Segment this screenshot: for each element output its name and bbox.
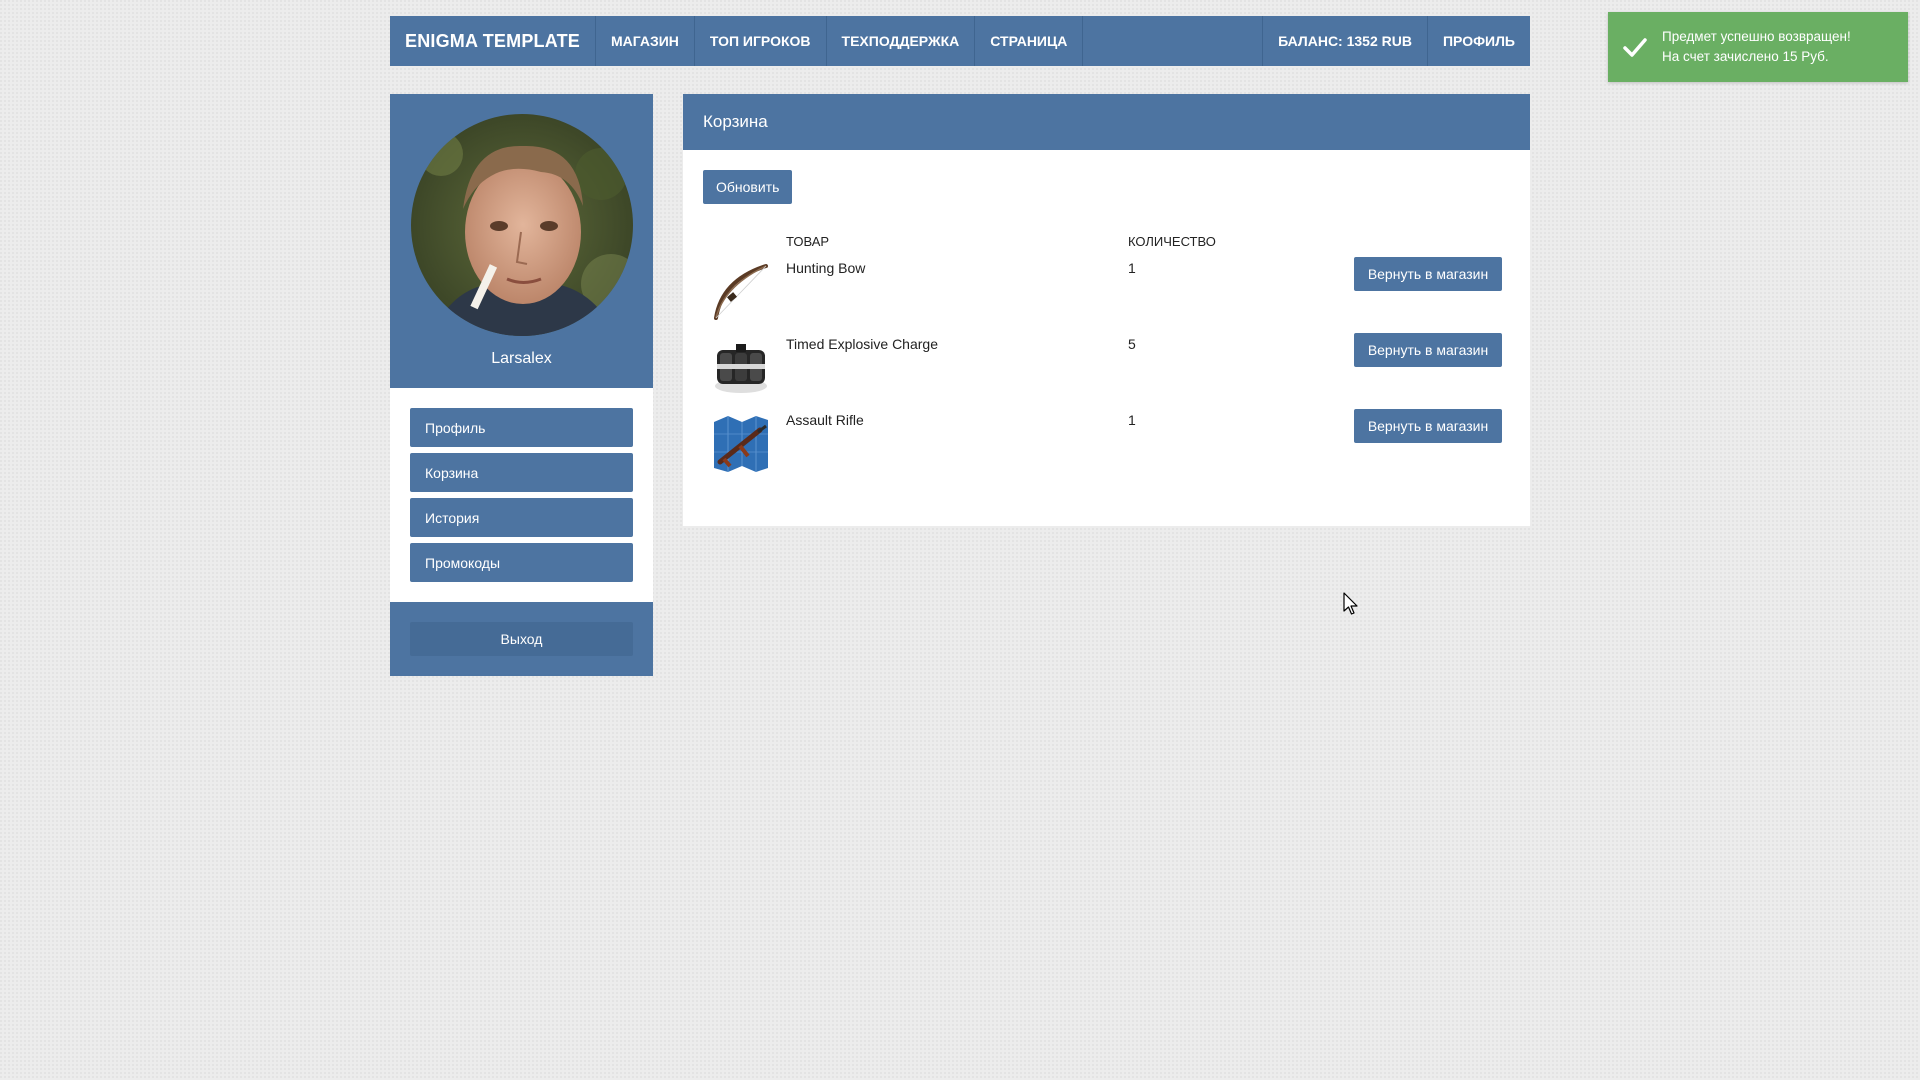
cart-panel: Корзина Обновить ТОВАР КОЛИЧЕСТВО Huntin… [683,94,1530,526]
item-quantity: 5 [1128,336,1136,352]
item-name: Hunting Bow [786,260,866,276]
sidebar: Larsalex Профиль Корзина История Промоко… [390,94,653,676]
table-row: Timed Explosive Charge 5 Вернуть в магаз… [703,333,1510,412]
item-name: Assault Rifle [786,412,864,428]
avatar [410,114,633,336]
rifle-blueprint-icon [710,412,772,474]
explosive-icon [710,336,772,398]
panel-title: Корзина [683,94,1530,150]
sidebar-item-cart[interactable]: Корзина [410,453,633,492]
nav-profile[interactable]: ПРОФИЛЬ [1426,16,1530,66]
return-to-shop-button[interactable]: Вернуть в магазин [1354,409,1502,443]
success-toast[interactable]: Предмет успешно возвращен! На счет зачис… [1608,12,1908,82]
toast-line-2: На счет зачислено 15 Руб. [1662,49,1829,64]
nav-balance[interactable]: БАЛАНС: 1352 RUB [1262,16,1427,66]
logout-button[interactable]: Выход [410,622,633,656]
checkmark-icon [1623,38,1647,57]
item-quantity: 1 [1128,260,1136,276]
toast-message: Предмет успешно возвращен! На счет зачис… [1662,27,1851,67]
cart-table-header: ТОВАР КОЛИЧЕСТВО [703,224,1510,260]
brand-logo[interactable]: ENIGMA TEMPLATE [390,16,596,66]
return-to-shop-button[interactable]: Вернуть в магазин [1354,257,1502,291]
nav-item-support[interactable]: ТЕХПОДДЕРЖКА [827,16,976,66]
table-row: Hunting Bow 1 Вернуть в магазин [703,257,1510,336]
nav-item-top-players[interactable]: ТОП ИГРОКОВ [695,16,827,66]
item-quantity: 1 [1128,412,1136,428]
nav-right-group: БАЛАНС: 1352 RUB ПРОФИЛЬ [1262,16,1530,66]
mouse-cursor-icon [1343,592,1358,615]
top-navbar: ENIGMA TEMPLATE МАГАЗИН ТОП ИГРОКОВ ТЕХП… [390,16,1530,66]
column-header-quantity: КОЛИЧЕСТВО [1128,234,1216,249]
table-row: Assault Rifle 1 Вернуть в магазин [703,409,1510,488]
nav-item-page[interactable]: СТРАНИЦА [975,16,1084,66]
item-name: Timed Explosive Charge [786,336,938,352]
avatar-photo [410,114,633,336]
sidebar-item-promocodes[interactable]: Промокоды [410,543,633,582]
sidebar-item-profile[interactable]: Профиль [410,408,633,447]
bow-icon [710,260,772,322]
toast-line-1: Предмет успешно возвращен! [1662,29,1851,44]
column-header-item: ТОВАР [786,234,830,249]
return-to-shop-button[interactable]: Вернуть в магазин [1354,333,1502,367]
username: Larsalex [491,350,552,367]
nav-item-shop[interactable]: МАГАЗИН [596,16,695,66]
logout-card: Выход [390,602,653,676]
refresh-button[interactable]: Обновить [703,170,793,204]
profile-card: Larsalex [390,94,653,388]
panel-body: Обновить ТОВАР КОЛИЧЕСТВО Hunting Bow 1 … [683,150,1530,508]
side-menu: Профиль Корзина История Промокоды [390,388,653,602]
sidebar-item-history[interactable]: История [410,498,633,537]
